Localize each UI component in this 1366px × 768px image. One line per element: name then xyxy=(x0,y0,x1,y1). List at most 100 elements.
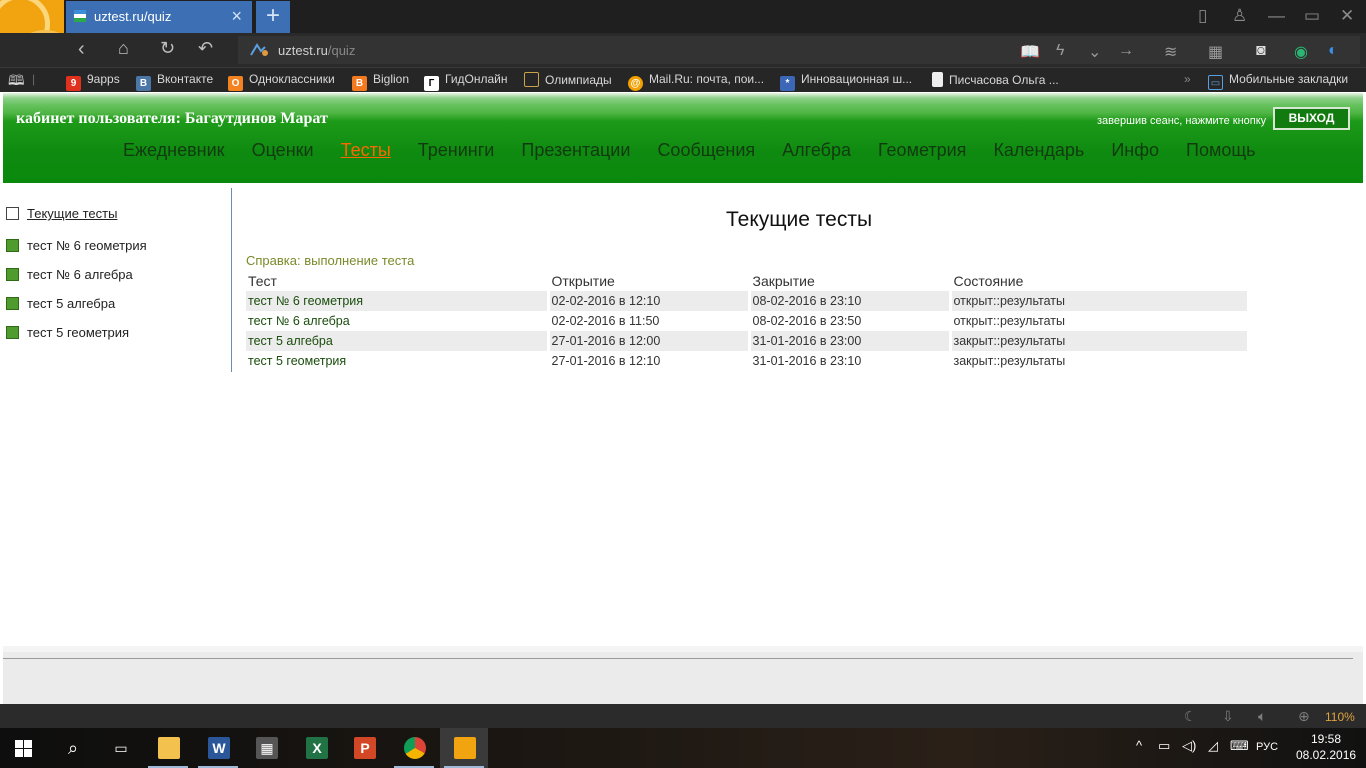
more-bookmarks-icon[interactable]: » xyxy=(1184,72,1191,86)
mobile-bookmarks[interactable]: ▭ Мобильные закладки xyxy=(1208,72,1348,90)
book-icon xyxy=(6,326,19,339)
nav-diary[interactable]: Ежедневник xyxy=(123,140,225,161)
nav-calendar[interactable]: Календарь xyxy=(993,140,1084,161)
status-link[interactable]: закрыт::результаты xyxy=(950,351,1250,371)
task-view-button[interactable]: ▭ xyxy=(96,728,144,768)
sidebar-heading-current-tests[interactable]: Текущие тесты xyxy=(6,206,117,221)
forward-icon[interactable]: → xyxy=(1118,42,1134,60)
status-link[interactable]: открыт::результаты xyxy=(950,311,1250,331)
zoom-icon[interactable]: ⊕ xyxy=(1298,708,1310,725)
close-tab-icon[interactable]: × xyxy=(231,6,242,27)
help-link[interactable]: выполнение теста xyxy=(304,253,414,268)
night-mode-icon[interactable]: ☾ xyxy=(1184,708,1197,725)
browser-tab[interactable]: uztest.ru/quiz × xyxy=(66,1,252,33)
nav-grades[interactable]: Оценки xyxy=(252,140,314,161)
back-icon[interactable]: ‹ xyxy=(78,38,85,61)
help-prefix: Справка: xyxy=(246,253,301,268)
logout-button[interactable]: ВЫХОД xyxy=(1273,107,1350,130)
logout-hint: завершив сеанс, нажмите кнопку xyxy=(1097,115,1267,127)
col-close: Закрытие xyxy=(749,270,952,291)
nav-info[interactable]: Инфо xyxy=(1111,140,1159,161)
sidebar-item-test5-geometry[interactable]: тест 5 геометрия xyxy=(6,325,129,340)
bookmark-pischasova[interactable]: Писчасова Ольга ... xyxy=(932,72,1059,87)
keyboard-icon[interactable]: ⌨ xyxy=(1230,738,1249,754)
minimize-icon[interactable]: — xyxy=(1268,6,1285,26)
bookmark-innovation-school[interactable]: * Инновационная ш... xyxy=(780,72,912,91)
input-language[interactable]: РУС xyxy=(1256,741,1278,753)
extension-g-icon[interactable]: ◉ xyxy=(1294,42,1308,62)
sidebar-item-test6-algebra[interactable]: тест № 6 алгебра xyxy=(6,267,133,282)
glasses-icon[interactable]: ◙ xyxy=(1256,42,1266,60)
open-time: 27-01-2016 в 12:10 xyxy=(548,351,751,371)
nav-algebra[interactable]: Алгебра xyxy=(782,140,851,161)
book-icon xyxy=(6,268,19,281)
zoom-level[interactable]: 110% xyxy=(1325,710,1355,724)
separator-icon: | xyxy=(32,72,36,86)
test-name-link[interactable]: тест № 6 алгебра xyxy=(246,311,550,331)
download-icon[interactable]: ⇩ xyxy=(1222,708,1234,725)
calculator-icon: ▦ xyxy=(256,737,278,759)
power-icon[interactable]: ▭ xyxy=(1158,738,1170,754)
status-link[interactable]: открыт::результаты xyxy=(950,291,1250,311)
test-name-link[interactable]: тест № 6 геометрия xyxy=(246,291,550,311)
sidebar-item-test5-algebra[interactable]: тест 5 алгебра xyxy=(6,296,115,311)
open-time: 27-01-2016 в 12:00 xyxy=(548,331,751,351)
nav-presentations[interactable]: Презентации xyxy=(521,140,630,161)
bookmark-9apps[interactable]: 9 9apps xyxy=(66,72,120,91)
site-info-icon[interactable] xyxy=(248,41,270,59)
sidebar-toggle-icon[interactable]: ▯ xyxy=(1198,6,1207,26)
new-tab-button[interactable]: + xyxy=(256,1,290,33)
close-window-icon[interactable]: ✕ xyxy=(1340,6,1354,26)
volume-icon[interactable]: ◁) xyxy=(1182,738,1196,754)
extension-blue-icon[interactable]: ◐ xyxy=(1328,42,1338,60)
taskbar-explorer[interactable] xyxy=(144,728,192,768)
start-button[interactable] xyxy=(0,728,48,768)
reader-mode-icon[interactable]: 📖 xyxy=(1020,42,1040,62)
undo-close-icon[interactable]: ↶ xyxy=(198,38,213,59)
sound-icon[interactable]: 🔈︎ xyxy=(1258,708,1266,725)
show-hidden-icons[interactable]: ^ xyxy=(1136,738,1142,753)
bookmark-gidonline[interactable]: Г ГидОнлайн xyxy=(424,72,508,91)
taskbar-word[interactable]: W xyxy=(194,728,242,768)
book-icon xyxy=(6,297,19,310)
apps-grid-icon[interactable]: ▦ xyxy=(1208,42,1223,62)
sidebar-item-test6-geometry[interactable]: тест № 6 геометрия xyxy=(6,238,147,253)
wifi-share-icon[interactable]: ≋ xyxy=(1164,42,1177,62)
bookmark-mailru[interactable]: @ Mail.Ru: почта, пои... xyxy=(628,72,764,91)
taskbar-uc-browser[interactable] xyxy=(440,728,488,768)
bookmark-olympiads[interactable]: Олимпиады xyxy=(524,72,612,87)
snowflake-icon: * xyxy=(780,76,795,91)
nav-trainings[interactable]: Тренинги xyxy=(418,140,495,161)
bookmark-biglion[interactable]: B Biglion xyxy=(352,72,409,91)
nav-geometry[interactable]: Геометрия xyxy=(878,140,966,161)
url-text[interactable]: uztest.ru/quiz xyxy=(278,43,355,58)
speed-mode-icon[interactable]: ϟ xyxy=(1056,42,1064,60)
test-name-link[interactable]: тест 5 алгебра xyxy=(246,331,550,351)
reload-icon[interactable]: ↻ xyxy=(160,38,175,59)
test-name-link[interactable]: тест 5 геометрия xyxy=(246,351,550,371)
clock[interactable]: 19:58 08.02.2016 xyxy=(1296,731,1356,763)
maximize-icon[interactable]: ▭ xyxy=(1304,6,1320,26)
bookmark-vkontakte[interactable]: B Вконтакте xyxy=(136,72,213,91)
bookmark-odnoklassniki[interactable]: O Одноклассники xyxy=(228,72,335,91)
footer-divider xyxy=(3,658,1353,659)
nav-tests[interactable]: Тесты xyxy=(341,140,391,161)
network-icon[interactable]: ◿ xyxy=(1208,738,1218,754)
table-row: тест 5 геометрия 27-01-2016 в 12:10 31-0… xyxy=(246,351,1250,371)
bookmarks-bar: 🕮 | 9 9apps B Вконтакте O Одноклассники B Bi… xyxy=(0,67,1366,92)
skin-shirt-icon[interactable]: ♙ xyxy=(1232,6,1247,26)
bookmarks-book-icon[interactable]: 🕮 xyxy=(8,70,25,94)
close-time: 31-01-2016 в 23:00 xyxy=(749,331,952,351)
home-icon[interactable]: ⌂ xyxy=(118,38,129,59)
ok-icon: O xyxy=(228,76,243,91)
taskbar-calculator[interactable]: ▦ xyxy=(242,728,290,768)
search-button[interactable]: ⌕ xyxy=(48,728,96,768)
nav-help[interactable]: Помощь xyxy=(1186,140,1256,161)
taskbar-chrome[interactable] xyxy=(390,728,438,768)
status-link[interactable]: закрыт::результаты xyxy=(950,331,1250,351)
taskbar-powerpoint[interactable]: P xyxy=(340,728,388,768)
dropdown-chevron-icon[interactable]: ⌄ xyxy=(1088,42,1101,62)
nav-messages[interactable]: Сообщения xyxy=(657,140,755,161)
address-bar[interactable]: uztest.ru/quiz 📖 ϟ ⌄ → ≋ ▦ ◙ ◉ ◐ xyxy=(238,36,1360,64)
taskbar-excel[interactable]: X xyxy=(292,728,340,768)
